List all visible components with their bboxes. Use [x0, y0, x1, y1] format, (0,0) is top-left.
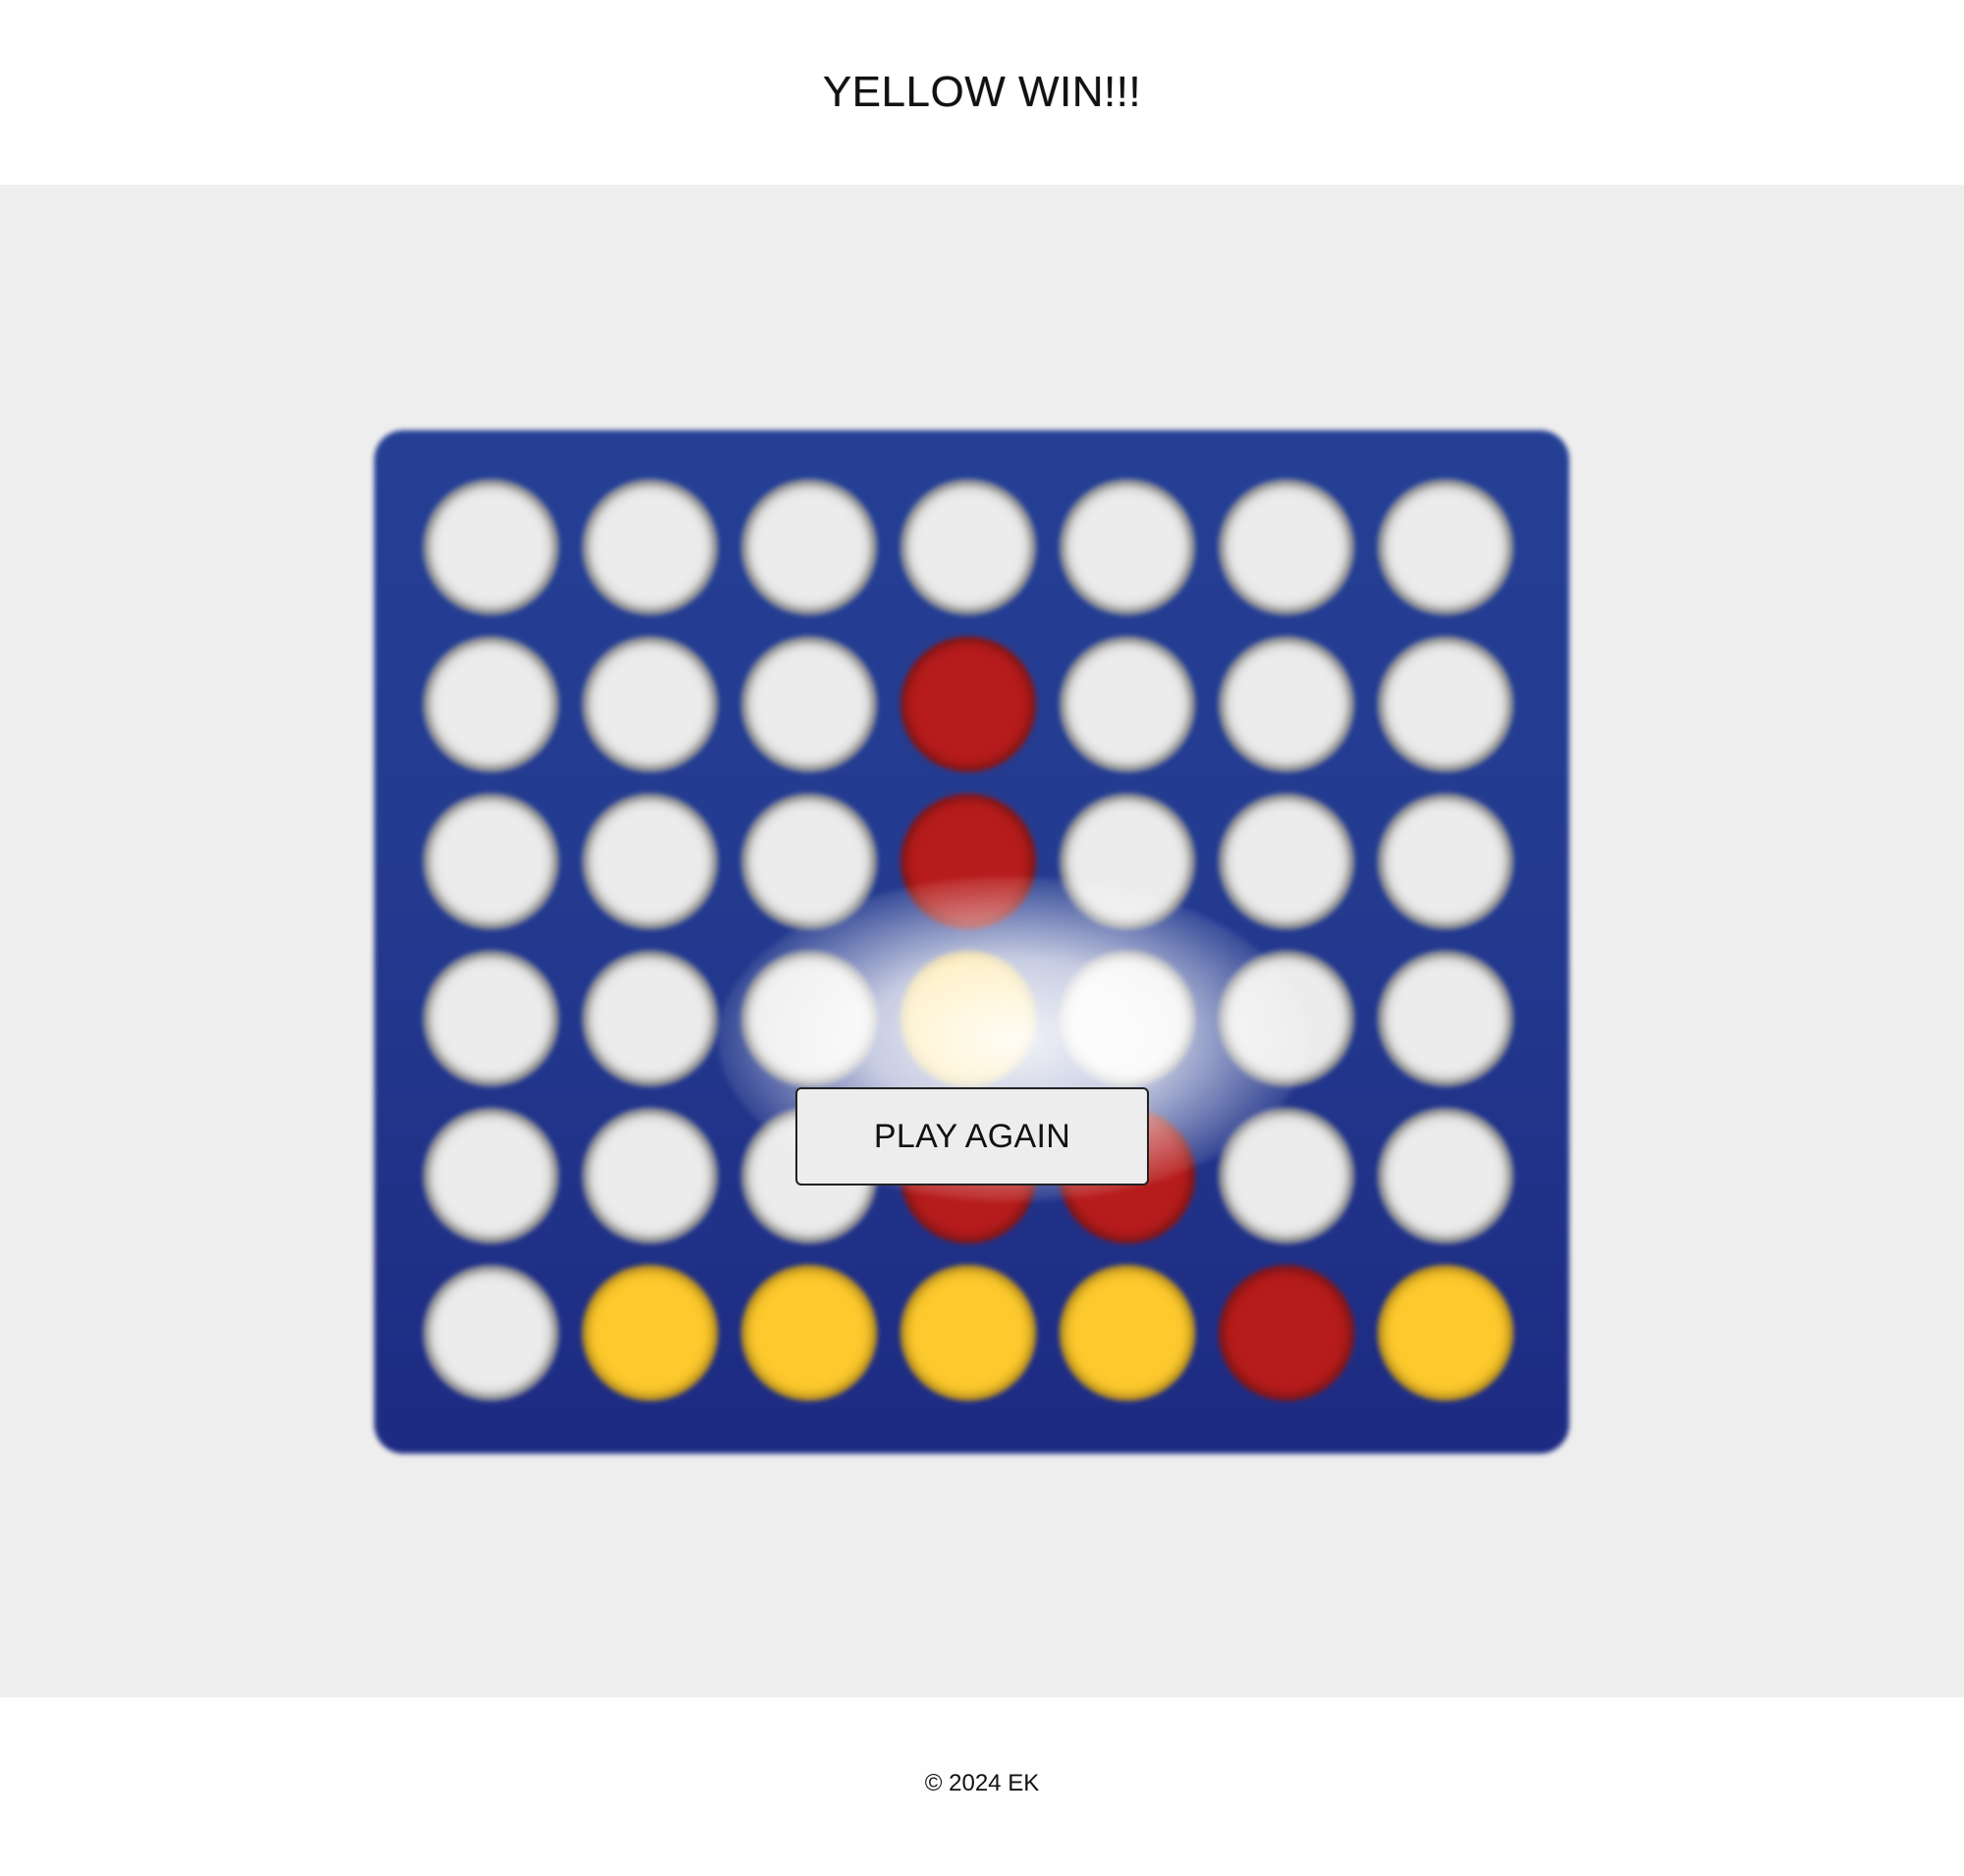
board-slot-empty — [1378, 794, 1513, 929]
board-slot-empty — [1219, 479, 1354, 615]
footer: © 2024 EK — [0, 1697, 1964, 1876]
yellow-disc — [582, 1265, 718, 1401]
copyright-text: © 2024 EK — [924, 1770, 1040, 1796]
red-disc — [900, 636, 1036, 772]
board-slot-empty — [582, 1108, 718, 1243]
play-again-button[interactable]: PLAY AGAIN — [795, 1087, 1149, 1186]
board-slot-empty — [900, 479, 1036, 615]
yellow-disc — [1378, 1265, 1513, 1401]
yellow-disc — [900, 1265, 1036, 1401]
board-slot-empty — [423, 951, 559, 1086]
board-slot-empty — [1378, 951, 1513, 1086]
board-slot-empty — [1378, 479, 1513, 615]
red-disc — [1219, 1265, 1354, 1401]
board-slot-empty — [1060, 479, 1195, 615]
yellow-disc — [1060, 1265, 1195, 1401]
board-slot-empty — [1378, 636, 1513, 772]
board-slot-empty — [423, 1108, 559, 1243]
board-slot-empty — [582, 636, 718, 772]
board-slot-empty — [423, 794, 559, 929]
board-slot-empty — [741, 479, 877, 615]
board-slot-empty — [582, 951, 718, 1086]
board-slot-empty — [1060, 636, 1195, 772]
board-slot-empty — [582, 479, 718, 615]
yellow-disc — [741, 1265, 877, 1401]
board-slot-empty — [741, 636, 877, 772]
board-slot-empty — [1219, 636, 1354, 772]
board-slot-empty — [1378, 1108, 1513, 1243]
game-result-title: YELLOW WIN!!! — [822, 68, 1142, 116]
board-slot-empty — [423, 636, 559, 772]
connect-four-board — [374, 430, 1569, 1454]
header: YELLOW WIN!!! — [0, 0, 1964, 185]
board-slot-empty — [423, 1265, 559, 1401]
board-slot-empty — [423, 479, 559, 615]
board-slot-empty — [582, 794, 718, 929]
game-area: PLAY AGAIN — [0, 185, 1964, 1697]
board-slot-empty — [1219, 794, 1354, 929]
